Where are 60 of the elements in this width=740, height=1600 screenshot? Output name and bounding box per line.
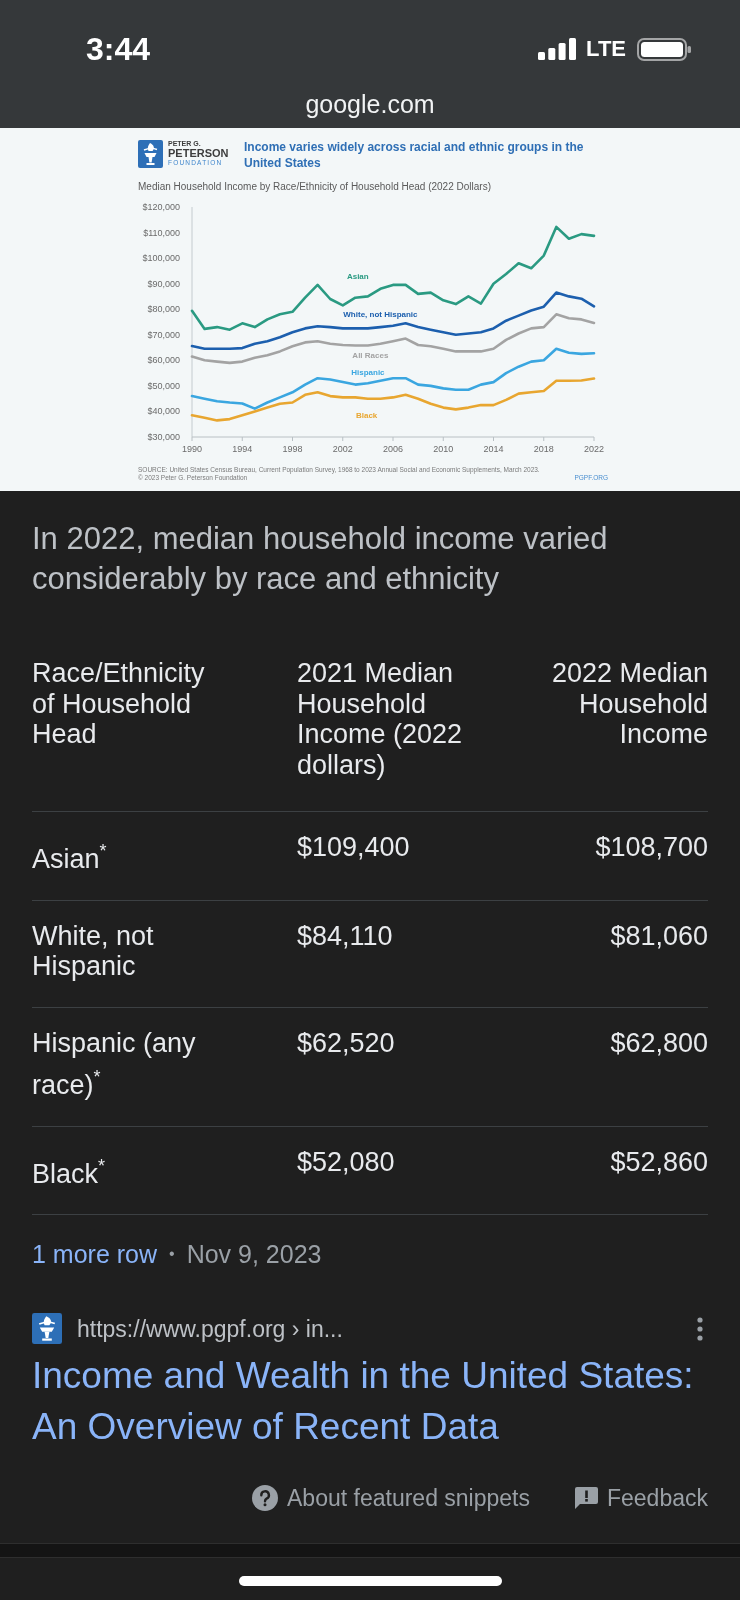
income-value: $109,400 [297,832,410,863]
income-value: $108,700 [595,832,708,863]
y-tick-label: $120,000 [142,202,180,212]
feedback-link[interactable]: Feedback [575,1485,708,1511]
result-date: Nov 9, 2023 [186,1239,322,1269]
snippet-heading: In 2022, median household income varied considerably by race and ethnicity [32,520,609,598]
x-tick-label: 2014 [483,444,504,454]
y-tick-label: $100,000 [142,253,180,264]
series-label: Hispanic [351,368,385,378]
income-value: $52,080 [297,1146,395,1177]
x-tick-label: 2010 [433,444,454,454]
more-rows-link[interactable]: 1 more row [32,1239,158,1269]
torch-icon [138,140,163,168]
help-icon [252,1485,279,1511]
x-tick-label: 2018 [533,444,554,454]
logo-text: PETERSON [168,148,229,159]
series-label: Asian [346,272,369,281]
income-value: $52,860 [610,1146,708,1177]
x-tick-label: 2006 [383,444,403,454]
column-heading: 2021 Median Household Income (2022 dollars) [297,658,464,780]
status-time: 3:44 [86,31,151,67]
x-tick-label: 1994 [232,444,253,454]
exclamation-bubble-icon [575,1487,598,1509]
x-tick-label: 2022 [584,444,604,454]
y-tick-label: $80,000 [147,304,180,315]
y-tick-label: $40,000 [147,406,180,417]
result-title-link[interactable]: Income and Wealth in the United States: An Overview of Recent Data [32,1350,708,1452]
address-url[interactable]: google.com [305,89,435,119]
series-label: Black [355,411,378,420]
column-heading: 2022 Median Household Income [550,658,708,750]
chart-subtitle: Median Household Income by Race/Ethnicity of Household Head (2022 Dollars) [138,181,491,193]
signal-icon [538,38,577,60]
more-options-icon[interactable] [695,1316,705,1341]
separator-dot: • [169,1244,175,1264]
row-label: Hispanic (any race)$^{*}$ [32,1027,197,1101]
y-tick-label: $50,000 [147,380,180,391]
network-type: LTE [586,37,626,61]
series-label: All Races [352,350,389,360]
row-label: Asian$^{*}$ [32,840,107,875]
row-label: White, not Hispanic [32,920,155,982]
torch-icon [32,1313,62,1344]
y-tick-label: $90,000 [147,278,180,289]
row-label: Black$^{*}$ [32,1154,106,1189]
y-tick-label: $30,000 [147,432,180,442]
income-value: $84,110 [297,920,393,951]
about-snippets-link[interactable]: About featured snippets [252,1485,530,1511]
income-value: $62,800 [610,1027,708,1058]
income-value: $81,060 [610,920,708,951]
income-value: $62,520 [297,1027,395,1058]
battery-icon [637,37,691,61]
y-tick-label: $70,000 [147,329,180,340]
x-tick-label: 2002 [332,444,353,454]
column-heading: Race/Ethnicity of Household Head [32,658,206,750]
result-url[interactable]: https://www.pgpf.org › in... [77,1314,343,1343]
chart-title: Income varies widely across racial and ethnic groups in the United States [244,139,585,171]
x-tick-label: 1990 [182,444,202,454]
y-tick-label: $110,000 [143,227,180,238]
series-label: White, not Hispanic [343,310,418,320]
y-tick-label: $60,000 [147,355,180,366]
x-tick-label: 1998 [282,444,303,454]
